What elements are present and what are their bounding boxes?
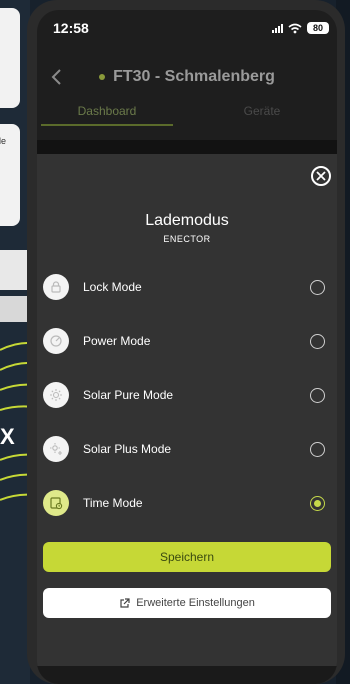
modal-bottom-bar (37, 666, 337, 684)
status-bar: 12:58 80 (37, 20, 337, 40)
mode-label: Time Mode (83, 496, 143, 510)
wifi-icon (288, 23, 302, 33)
background-x-mark: X (0, 424, 15, 449)
status-icons: 80 (272, 22, 329, 34)
phone-frame: 12:58 80 FT30 - Schmalenberg Dashboard G… (27, 0, 345, 684)
active-tab-indicator (41, 124, 173, 126)
background-strip (0, 296, 30, 322)
app-header: FT30 - Schmalenberg (37, 60, 337, 96)
tab-devices[interactable]: Geräte (207, 104, 317, 118)
mode-option-time[interactable]: Time Mode (43, 488, 329, 518)
mode-option-lock[interactable]: Lock Mode (43, 272, 329, 302)
lock-icon (43, 274, 69, 300)
close-icon (316, 171, 326, 181)
online-status-dot (99, 74, 106, 80)
mode-label: Lock Mode (83, 280, 142, 294)
modal-title: Lademodus (145, 212, 229, 229)
header-divider (37, 140, 337, 154)
battery-icon: 80 (307, 22, 329, 34)
mode-radio-selected[interactable] (310, 495, 325, 511)
save-button[interactable]: Speichern (43, 542, 331, 572)
close-button[interactable] (311, 166, 331, 186)
screenshot-stage: de X 12:58 (0, 0, 350, 684)
tab-bar: Dashboard Geräte (37, 100, 337, 128)
mode-label: Solar Pure Mode (83, 388, 174, 402)
page-title: FT30 - Schmalenberg (113, 68, 275, 85)
gauge-icon (43, 328, 69, 354)
mode-label: Power Mode (83, 334, 151, 348)
background-card-text: de (0, 136, 7, 146)
phone-screen: 12:58 80 FT30 - Schmalenberg Dashboard G… (37, 10, 337, 684)
signal-icon (272, 23, 283, 33)
radio-dot (314, 499, 321, 507)
sun-icon (43, 382, 69, 408)
tab-dashboard[interactable]: Dashboard (37, 104, 177, 118)
header-title-group: FT30 - Schmalenberg (37, 68, 337, 86)
charging-mode-modal: Lademodus ENECTOR Lock Mode Power Mode S… (37, 154, 337, 684)
mode-option-solar-plus[interactable]: Solar Plus Mode (43, 434, 329, 464)
mode-radio[interactable] (310, 279, 325, 295)
sun-plus-icon (43, 436, 69, 462)
advanced-settings-button[interactable]: Erweiterte Einstellungen (43, 588, 331, 618)
mode-option-solar-pure[interactable]: Solar Pure Mode (43, 380, 329, 410)
background-strip (0, 250, 30, 290)
mode-radio[interactable] (310, 387, 325, 403)
status-time: 12:58 (53, 20, 89, 36)
mode-label: Solar Plus Mode (83, 442, 172, 456)
mode-radio[interactable] (310, 333, 325, 349)
mode-radio[interactable] (310, 441, 325, 457)
background-card (0, 8, 20, 108)
advanced-settings-label: Erweiterte Einstellungen (136, 597, 255, 609)
clock-icon (43, 490, 69, 516)
mode-option-power[interactable]: Power Mode (43, 326, 329, 356)
modal-subtitle: ENECTOR (163, 234, 211, 244)
external-link-icon (120, 597, 130, 608)
